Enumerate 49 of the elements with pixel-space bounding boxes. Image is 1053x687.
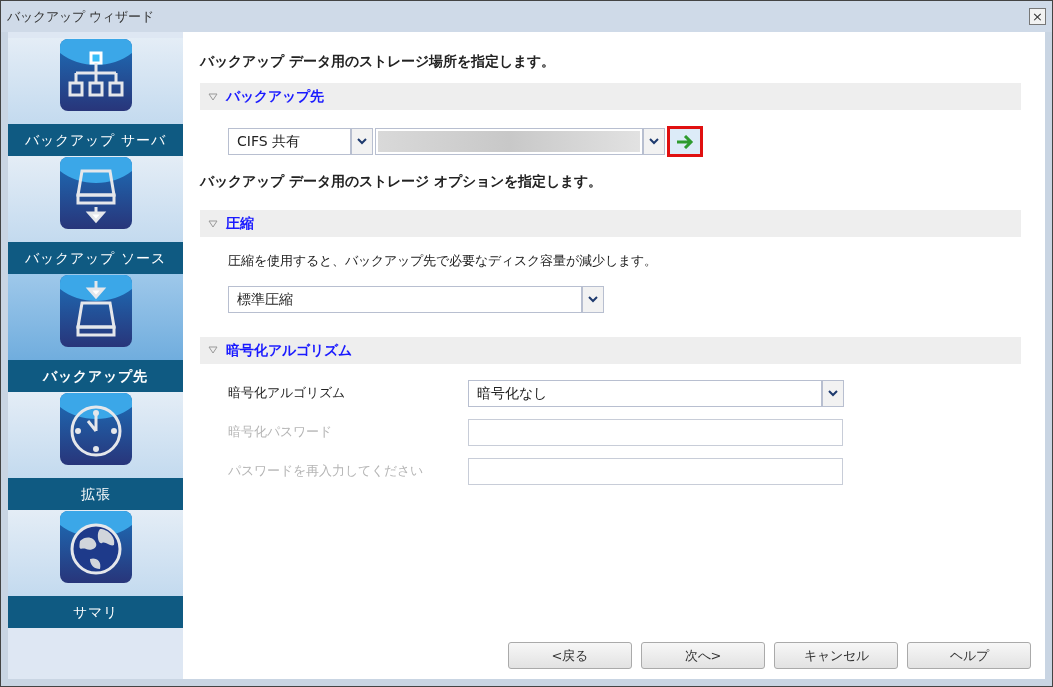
wizard-step[interactable]: バックアップ ソース [8,156,183,274]
section-title: バックアップ先 [226,87,324,106]
select-value: 標準圧縮 [237,289,293,309]
wizard-step[interactable]: バックアップ サーバ [8,38,183,156]
step-label: バックアップ ソース [25,248,166,268]
wizard-button[interactable]: ヘルプ [907,642,1031,669]
section-title: 圧縮 [226,214,254,233]
select-value: CIFS 共有 [237,132,301,151]
section-header[interactable]: 暗号化アルゴリズム [200,336,1021,364]
options-intro-text: バックアップ データ用のストレージ オプションを指定します。 [200,172,603,191]
wizard-button[interactable]: キャンセル [774,642,898,669]
wizard-button[interactable]: 次へ> [641,642,765,669]
triangle-down-icon [208,346,218,354]
step-label: バックアップ サーバ [25,130,166,150]
path-select[interactable] [375,128,665,155]
compression-description: 圧縮を使用すると、バックアップ先で必要なディスク容量が減少します。 [228,252,658,270]
drive-icon [59,157,132,229]
compression-select[interactable]: 標準圧縮 [228,285,604,313]
wizard-step[interactable]: 拡張 [8,392,183,510]
step-label: バックアップ先 [43,366,148,386]
window-title: バックアップ ウィザード [7,7,155,26]
field-label: パスワードを再入力してください [228,462,424,481]
field-label: 暗号化パスワード [228,423,333,442]
clock-icon [59,393,132,465]
close-button[interactable]: × [1029,8,1046,25]
triangle-down-icon [208,92,218,101]
section-header[interactable]: バックアップ先 [200,83,1021,110]
step-label: サマリ [73,602,118,622]
globe-icon [59,511,132,583]
go-button[interactable] [667,126,703,157]
arrow-right-icon [675,134,695,149]
wizard-step[interactable]: バックアップ先 [8,274,183,392]
network-icon [59,39,132,111]
wizard-button[interactable]: <戻る [508,642,632,669]
select-value: 暗号化なし [477,383,547,403]
intro-text: バックアップ データ用のストレージ場所を指定します。 [200,52,556,71]
chevron-down-icon [357,138,367,145]
section-title: 暗号化アルゴリズム [226,340,352,360]
chevron-down-icon [588,295,598,303]
section-header[interactable]: 圧縮 [200,210,1021,237]
encryption-select[interactable]: 暗号化なし [468,379,844,407]
wizard-step[interactable]: サマリ [8,510,183,628]
field-label: 暗号化アルゴリズム [228,384,346,403]
chevron-down-icon [649,138,659,145]
triangle-down-icon [208,219,218,228]
drive-icon [59,275,132,347]
chevron-down-icon [828,389,838,397]
share-type-select[interactable]: CIFS 共有 [228,128,373,155]
step-label: 拡張 [80,484,111,504]
